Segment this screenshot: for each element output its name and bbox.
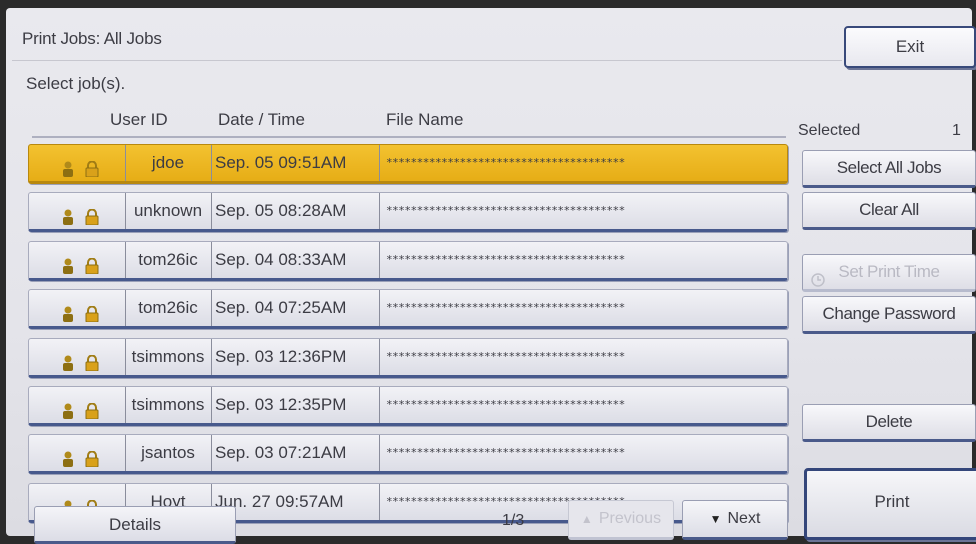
column-header-date-time: Date / Time [218, 110, 305, 129]
exit-button[interactable]: Exit [844, 26, 976, 68]
lock-icon [85, 299, 99, 323]
job-user-id: tsimmons [125, 338, 210, 375]
job-user-id: tom26ic [125, 290, 210, 327]
job-datetime: Sep. 04 07:25AM [211, 290, 375, 327]
user-icon [61, 154, 75, 177]
selected-label: Selected [798, 122, 861, 139]
job-row[interactable]: jsantos Sep. 03 07:21AM ****************… [28, 434, 788, 475]
job-datetime: Sep. 04 08:33AM [211, 241, 375, 278]
job-user-id: tom26ic [125, 241, 210, 278]
job-file-name: *************************************** [379, 338, 786, 375]
screen-panel: Print Jobs: All Jobs Exit Select job(s).… [6, 8, 976, 544]
job-file-name: *************************************** [379, 241, 786, 278]
user-icon [61, 202, 75, 226]
job-row[interactable]: tsimmons Sep. 03 12:35PM ***************… [28, 385, 788, 426]
lock-icon [85, 348, 99, 372]
previous-button[interactable]: ▲ Previous [568, 500, 674, 540]
lock-icon [85, 154, 99, 178]
job-file-name: *************************************** [379, 193, 786, 230]
user-icon [61, 299, 75, 323]
job-datetime: Sep. 03 12:36PM [211, 338, 375, 375]
page-title: Print Jobs: All Jobs [12, 18, 842, 61]
user-icon [61, 396, 75, 419]
column-header-file-name: File Name [386, 110, 464, 129]
selected-count: 1 [952, 122, 961, 139]
set-print-time-button[interactable]: Set Print Time [802, 254, 976, 292]
select-all-jobs-button[interactable]: Select All Jobs [802, 150, 976, 188]
clear-all-button[interactable]: Clear All [802, 192, 976, 230]
user-icon [61, 251, 75, 274]
job-file-name: *************************************** [379, 386, 786, 423]
job-user-id: jsantos [125, 435, 210, 472]
delete-button[interactable]: Delete [802, 404, 976, 442]
column-header-user-id: User ID [110, 110, 168, 129]
triangle-down-icon: ▼ [709, 512, 722, 526]
user-icon [61, 444, 75, 468]
next-label: Next [727, 510, 761, 527]
print-button[interactable]: Print [804, 468, 976, 540]
job-row[interactable]: tom26ic Sep. 04 07:25AM ****************… [28, 289, 788, 330]
job-file-name: *************************************** [379, 145, 786, 181]
job-row[interactable]: tom26ic Sep. 04 08:33AM ****************… [28, 240, 788, 281]
change-password-button[interactable]: Change Password [802, 296, 976, 334]
lock-icon [85, 444, 99, 468]
lock-icon [85, 396, 99, 420]
lock-icon [85, 251, 99, 275]
next-button[interactable]: ▼ Next [682, 500, 788, 540]
job-datetime: Sep. 05 09:51AM [211, 145, 375, 181]
page-indicator: 1/3 [502, 512, 525, 529]
job-row[interactable]: unknown Sep. 05 08:28AM ****************… [28, 192, 788, 233]
job-user-id: tsimmons [125, 386, 210, 423]
user-icon [61, 348, 75, 371]
header-divider [32, 136, 786, 138]
job-datetime: Sep. 05 08:28AM [211, 193, 375, 230]
job-list: jdoe Sep. 05 09:51AM *******************… [28, 144, 788, 531]
job-row[interactable]: jdoe Sep. 05 09:51AM *******************… [28, 144, 788, 184]
lock-icon [85, 202, 99, 226]
previous-label: Previous [598, 510, 662, 527]
job-datetime: Sep. 03 12:35PM [211, 386, 375, 423]
job-row[interactable]: tsimmons Sep. 03 12:36PM ***************… [28, 337, 788, 378]
details-button[interactable]: Details [34, 506, 236, 544]
job-datetime: Sep. 03 07:21AM [211, 435, 375, 472]
job-user-id: jdoe [125, 145, 210, 181]
clock-icon [811, 265, 825, 287]
triangle-up-icon: ▲ [580, 512, 593, 526]
instruction-text: Select job(s). [26, 74, 126, 93]
set-print-time-label: Set Print Time [838, 262, 940, 281]
job-file-name: *************************************** [379, 435, 786, 472]
job-file-name: *************************************** [379, 290, 786, 327]
job-user-id: unknown [125, 193, 210, 230]
